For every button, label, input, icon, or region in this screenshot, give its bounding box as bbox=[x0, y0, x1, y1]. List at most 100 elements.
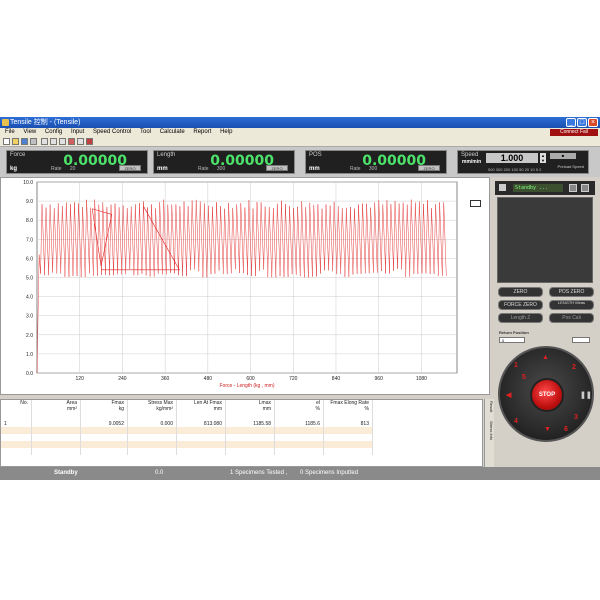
menu-input[interactable]: Input bbox=[71, 129, 84, 135]
export-icon[interactable] bbox=[77, 138, 84, 145]
panel-header: Standby ... bbox=[495, 181, 595, 195]
pause-icon[interactable] bbox=[499, 184, 506, 191]
column-header: Fmax kg bbox=[80, 400, 128, 420]
menu-bar: File View Config Input Speed Control Too… bbox=[0, 128, 600, 137]
table-cell bbox=[31, 448, 81, 455]
speed-scale: 500 300 200 100 50 20 10 5 2 bbox=[488, 167, 542, 172]
table-cell bbox=[176, 441, 226, 448]
column-header: No. bbox=[1, 400, 32, 420]
maximize-icon[interactable]: □ bbox=[577, 118, 587, 127]
stop-button[interactable]: STOP bbox=[530, 378, 564, 412]
dial-pause-icon[interactable]: ❚❚ bbox=[580, 391, 592, 399]
length-zero-button[interactable]: ZERO bbox=[266, 165, 288, 171]
return-position-input[interactable]: 0 bbox=[499, 337, 525, 343]
stop-square-icon[interactable] bbox=[581, 184, 589, 192]
table-cell bbox=[176, 434, 226, 441]
report-icon[interactable] bbox=[59, 138, 66, 145]
monitor-display bbox=[497, 197, 593, 283]
table-cell bbox=[127, 427, 177, 434]
speed-down-icon[interactable]: ▼ bbox=[540, 158, 546, 163]
pos-unit: mm bbox=[309, 166, 320, 172]
status-state: Standby bbox=[54, 470, 78, 476]
force-zero-button[interactable]: FORCE ZERO bbox=[498, 300, 543, 310]
dial-button-1[interactable]: 1 bbox=[514, 362, 518, 369]
pos-zero-button[interactable]: POS ZERO bbox=[549, 287, 594, 297]
record-icon[interactable] bbox=[569, 184, 577, 192]
table-row[interactable] bbox=[1, 434, 373, 441]
toolbar bbox=[0, 137, 600, 147]
tab-result[interactable]: Result bbox=[485, 401, 494, 412]
table-row[interactable] bbox=[1, 441, 373, 448]
return-direction-select[interactable] bbox=[572, 337, 590, 343]
table-cell bbox=[1, 434, 32, 441]
table-row[interactable] bbox=[1, 448, 373, 455]
table-cell bbox=[31, 441, 81, 448]
menu-config[interactable]: Config bbox=[45, 129, 62, 135]
y-tick-label: 10.0 bbox=[23, 180, 33, 186]
dial-left-icon[interactable]: ◀ bbox=[506, 391, 511, 399]
menu-tool[interactable]: Tool bbox=[140, 129, 151, 135]
table-cell: 813 bbox=[323, 420, 373, 427]
dial-button-3[interactable]: 3 bbox=[574, 414, 578, 421]
minimize-icon[interactable]: _ bbox=[566, 118, 576, 127]
preload-speed-button[interactable]: ■ bbox=[550, 153, 576, 159]
x-tick-label: 720 bbox=[289, 376, 298, 382]
chart-canvas: 0.0 1.0 2.0 3.0 4.0 5.0 6.0 7.0 8.0 9.0 10.0 120 240… bbox=[23, 180, 458, 389]
table-cell bbox=[323, 441, 373, 448]
table-row[interactable]: 1 9.0052 0.000 813.080 1185.58 1185.6 813 bbox=[1, 420, 373, 427]
table-icon[interactable] bbox=[41, 138, 48, 145]
pos-cali-button[interactable]: Pos Cali bbox=[549, 313, 594, 323]
length-meas-button[interactable]: LENGTH Meas bbox=[549, 300, 594, 310]
menu-view[interactable]: View bbox=[23, 129, 36, 135]
menu-calculate[interactable]: Calculate bbox=[160, 129, 185, 135]
dial-down-icon[interactable]: ▼ bbox=[544, 426, 551, 433]
menu-speed-control[interactable]: Speed Control bbox=[93, 129, 131, 135]
table-cell: 813.080 bbox=[176, 420, 226, 427]
dial-button-6[interactable]: 6 bbox=[564, 426, 568, 433]
control-panel: Standby ... ZERO POS ZERO FORCE ZERO LEN… bbox=[495, 181, 600, 442]
pos-rate: Rate 300 bbox=[350, 166, 377, 172]
settings-icon[interactable] bbox=[68, 138, 75, 145]
app-icon bbox=[2, 119, 9, 126]
column-header: Fmax Elong Rate% bbox=[323, 400, 373, 420]
speed-input[interactable]: 1.000 bbox=[486, 153, 538, 163]
menu-report[interactable]: Report bbox=[193, 129, 211, 135]
zero-button[interactable]: ZERO bbox=[498, 287, 543, 297]
readout-bar: Force 0.00000 kg Rate 20 ZERO Length 0.0… bbox=[0, 147, 600, 177]
table-cell bbox=[274, 427, 324, 434]
table-cell bbox=[323, 448, 373, 455]
dial-up-icon[interactable]: ▲ bbox=[542, 354, 549, 361]
menu-file[interactable]: File bbox=[5, 129, 15, 135]
length-unit: mm bbox=[157, 166, 168, 172]
chart-icon[interactable] bbox=[50, 138, 57, 145]
dial-button-4[interactable]: 4 bbox=[514, 418, 518, 425]
dial-button-2[interactable]: 2 bbox=[572, 364, 576, 371]
new-file-icon[interactable] bbox=[3, 138, 10, 145]
dial-button-5[interactable]: 5 bbox=[522, 374, 526, 381]
menu-help[interactable]: Help bbox=[220, 129, 232, 135]
force-unit: kg bbox=[10, 166, 18, 172]
legend-icon[interactable] bbox=[470, 200, 481, 207]
x-tick-label: 600 bbox=[246, 376, 255, 382]
table-cell bbox=[31, 434, 81, 441]
table-cell bbox=[176, 448, 226, 455]
length-zero-button[interactable]: Length Z bbox=[498, 313, 543, 323]
force-zero-button[interactable]: ZERO bbox=[119, 165, 141, 171]
save-icon[interactable] bbox=[21, 138, 28, 145]
table-cell bbox=[225, 441, 275, 448]
y-tick-label: 9.0 bbox=[26, 199, 33, 205]
table-row[interactable] bbox=[1, 427, 373, 434]
table-cell: 9.0052 bbox=[80, 420, 128, 427]
exit-icon[interactable] bbox=[86, 138, 93, 145]
table-cell bbox=[80, 427, 128, 434]
status-bar: Standby 0.0 1 Specimens Tested , 0 Speci… bbox=[0, 467, 600, 480]
open-folder-icon[interactable] bbox=[12, 138, 19, 145]
length-readout: Length 0.00000 mm Rate 300 ZERO bbox=[153, 150, 295, 174]
print-icon[interactable] bbox=[30, 138, 37, 145]
tab-stress-info[interactable]: Stress Info bbox=[485, 421, 494, 440]
pos-zero-button[interactable]: ZERO bbox=[418, 165, 440, 171]
y-tick-label: 5.0 bbox=[26, 276, 33, 282]
preload-speed-label: Preload Speed bbox=[557, 164, 584, 169]
title-bar: Tensile 控制 - (Tensile) _ □ × bbox=[0, 117, 600, 128]
close-icon[interactable]: × bbox=[588, 118, 598, 127]
